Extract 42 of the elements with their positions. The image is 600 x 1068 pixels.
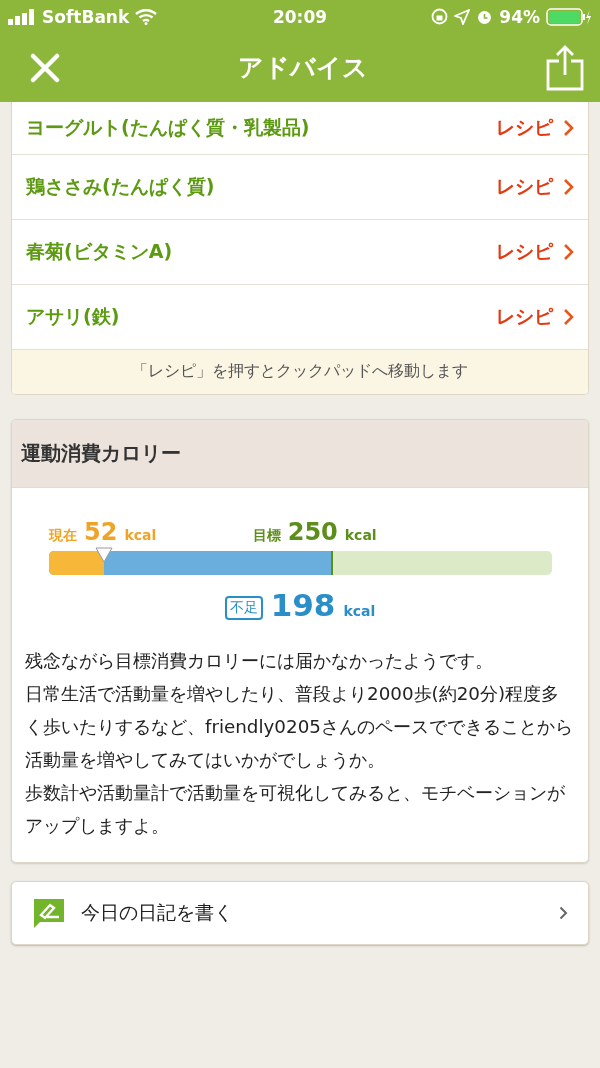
chevron-icon [563, 243, 574, 261]
section-title: 運動消費カロリー [21, 440, 181, 467]
current-label: 現在 [49, 527, 77, 545]
recipe-link[interactable]: レシピ [496, 115, 574, 141]
shortage-value: 198 [270, 587, 336, 623]
target-value: 250 [287, 518, 338, 546]
current-value: 52 [84, 518, 118, 546]
clock-time: 20:09 [272, 6, 328, 27]
location-icon [454, 8, 471, 25]
advice-text: 歩数計や活動量計で活動量を可視化してみると、モチベーションがアップしますよ。 [25, 781, 566, 838]
chevron-icon [563, 178, 574, 196]
write-diary-button[interactable]: 今日の日記を書く [11, 881, 589, 945]
recipe-link[interactable]: レシピ [496, 174, 574, 200]
food-name: 春菊(ビタミンA) [26, 239, 173, 264]
chevron-icon [563, 119, 574, 137]
advice-text: 日常生活で活動量を増やしたり、普段より2000歩(約20分)程度多く歩いたりするなど、friendly0205さんのペースでできることから活動量を増やしてみてはいかがでしょうか。 [25, 682, 574, 772]
screen-title: アドバイス [238, 52, 368, 84]
target-unit: kcal [344, 527, 377, 543]
recipe-link[interactable]: レシピ [496, 304, 574, 330]
alarm-icon [476, 8, 494, 25]
cookpad-note: 「レシピ」を押すとクックパッドへ移動します [12, 350, 588, 394]
chevron-icon [563, 308, 574, 326]
wifi-icon [135, 8, 158, 25]
signal-icon [8, 8, 36, 25]
rotation-lock-icon [431, 8, 449, 25]
marker-icon [95, 547, 114, 563]
recipe-link[interactable]: レシピ [496, 239, 574, 265]
food-name: 鶏ささみ(たんぱく質) [26, 174, 215, 199]
pencil-note-icon [32, 897, 65, 929]
share-icon[interactable] [546, 44, 584, 91]
carrier-name: SoftBank [42, 6, 130, 27]
battery-percent: 94% [499, 6, 540, 27]
current-unit: kcal [124, 527, 157, 543]
target-label: 目標 [252, 527, 281, 545]
food-name: アサリ(鉄) [26, 304, 120, 329]
shortage-badge: 不足 [224, 596, 263, 620]
close-icon[interactable] [30, 52, 60, 83]
advice-text: 残念ながら目標消費カロリーには届かなかったようです。 [25, 649, 494, 673]
food-name: ヨーグルト(たんぱく質・乳製品) [26, 115, 310, 140]
shortage-unit: kcal [343, 603, 376, 619]
chevron-icon [559, 906, 568, 920]
battery-icon [546, 7, 592, 26]
